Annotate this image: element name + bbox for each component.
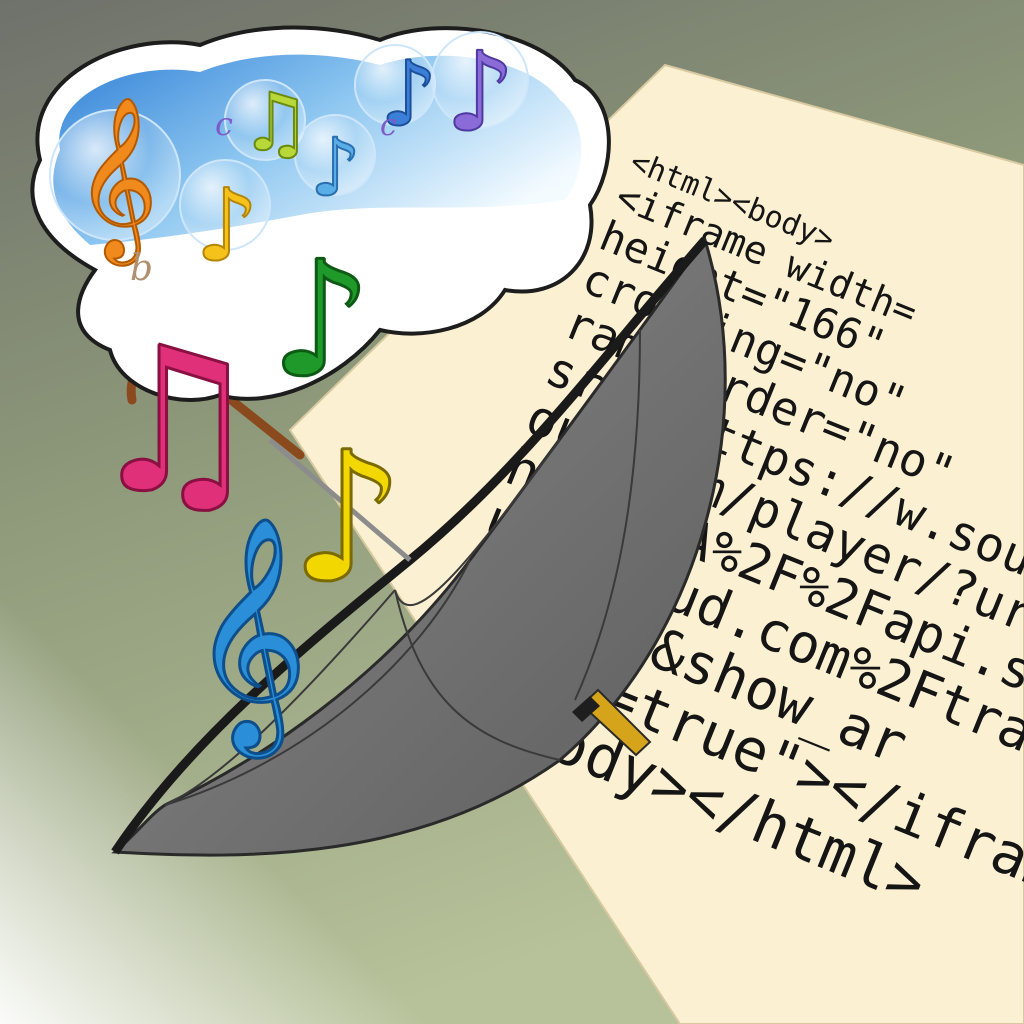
treble-clef-icon: 𝄞 [75, 96, 158, 266]
beamed-notes-icon: ♫ [85, 305, 264, 538]
note-letter: c [215, 105, 233, 143]
treble-clef-icon: 𝄞 [190, 515, 308, 758]
note-letter: b [130, 248, 153, 289]
beamed-notes-icon: ♫ [240, 76, 312, 169]
note-letter: c [380, 108, 397, 143]
eighth-note-icon: ♪ [445, 28, 515, 156]
eighth-note-icon: ♪ [270, 226, 372, 413]
app-icon-artwork: <html><body><iframe width=height="166"cr… [0, 0, 1024, 1024]
eighth-note-icon: ♪ [195, 167, 259, 284]
eighth-note-icon: ♪ [310, 121, 361, 214]
